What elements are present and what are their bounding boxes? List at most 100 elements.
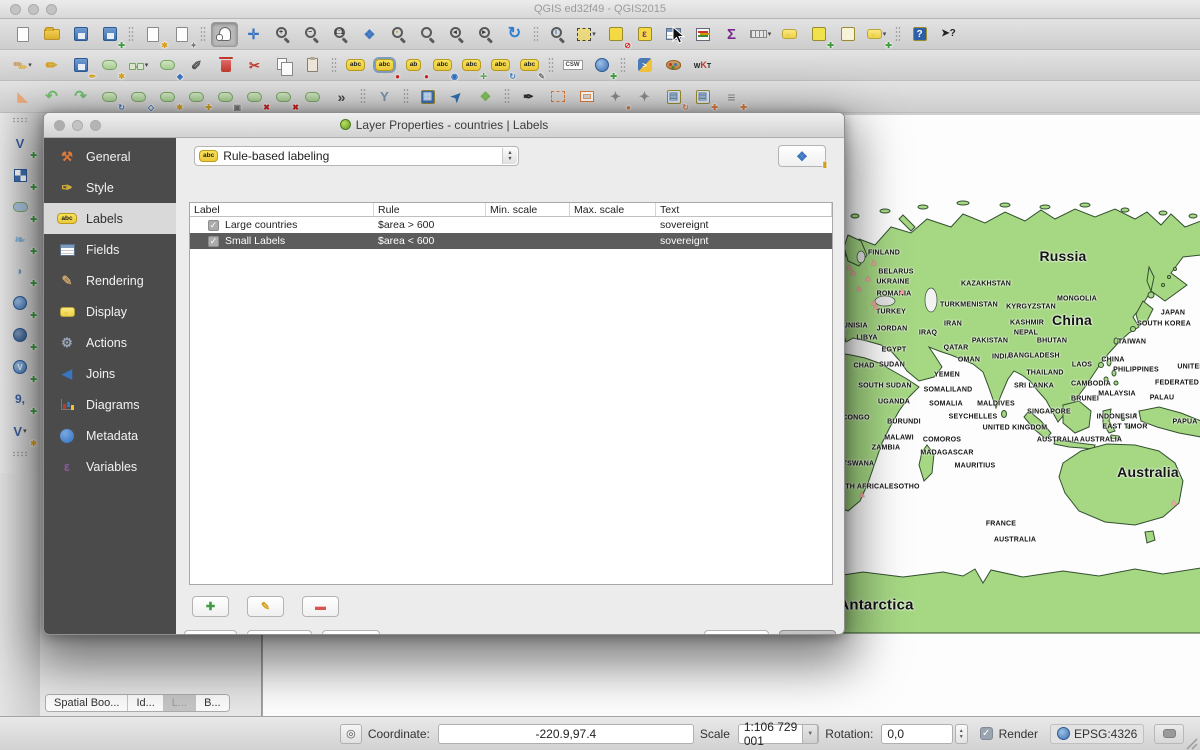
field-calculator-button[interactable] xyxy=(689,22,716,47)
dock-tab[interactable]: Spatial Boo... xyxy=(46,695,128,711)
sidebar-item-general[interactable]: ⚒General xyxy=(44,141,176,172)
save-project-button[interactable] xyxy=(67,22,94,47)
rotate-label-button[interactable]: abc↻ xyxy=(487,53,514,78)
offset-curve-button[interactable]: Y xyxy=(371,84,398,109)
dock-tab[interactable]: L... xyxy=(164,695,196,711)
move-feature-button[interactable]: ▾ xyxy=(125,53,152,78)
undo-button[interactable]: ↶ xyxy=(38,84,65,109)
sidebar-item-labels[interactable]: abcLabels xyxy=(44,203,176,234)
extent-rectangle-button[interactable] xyxy=(573,84,600,109)
measure-button[interactable]: ▾ xyxy=(747,22,774,47)
deselect-features-button[interactable]: ⊘ xyxy=(602,22,629,47)
pen-tool-button[interactable]: ✒ xyxy=(515,84,542,109)
copy-features-button[interactable] xyxy=(270,53,297,78)
add-spatialite-layer-button[interactable]: ❧✚ xyxy=(5,225,35,253)
dock-tab[interactable]: Id... xyxy=(128,695,163,711)
help-contents-button[interactable]: ? xyxy=(906,22,933,47)
add-feature-button[interactable]: ✱ xyxy=(96,53,123,78)
web-plugins-button[interactable]: ✚ xyxy=(588,53,615,78)
zoom-out-button[interactable]: − xyxy=(298,22,325,47)
magic-wand-button[interactable]: ✦ xyxy=(631,84,658,109)
apply-button[interactable]: Apply xyxy=(322,630,380,635)
scale-combo[interactable]: 1:106 729 001 ▼ xyxy=(738,724,819,744)
render-checkbox[interactable]: ✓ xyxy=(980,727,993,740)
pan-to-selection-button[interactable]: ✛ xyxy=(240,22,267,47)
magic-wand-add-button[interactable]: ✦● xyxy=(602,84,629,109)
selection-rectangle-button[interactable] xyxy=(544,84,571,109)
new-project-button[interactable] xyxy=(9,22,36,47)
whats-this-button[interactable]: ➤? xyxy=(935,22,962,47)
delete-selected-button[interactable] xyxy=(212,53,239,78)
rotation-input[interactable]: 0,0 xyxy=(881,724,952,744)
reshape-features-button[interactable] xyxy=(299,84,326,109)
zoom-to-selection-button[interactable]: ▪ xyxy=(385,22,412,47)
layer-labeling-options-button[interactable]: abc xyxy=(342,53,369,78)
help-button[interactable]: Help xyxy=(184,630,237,635)
style-menu-button[interactable]: Style▼ xyxy=(247,630,313,635)
add-vector-layer-button[interactable]: V✚ xyxy=(5,129,35,157)
fill-ring-button[interactable]: ▣ xyxy=(212,84,239,109)
rotate-feature-button[interactable]: ↻ xyxy=(96,84,123,109)
select-features-button[interactable]: ▾ xyxy=(573,22,600,47)
rule-checkbox[interactable]: ✓ xyxy=(208,220,219,231)
sidebar-item-metadata[interactable]: Metadata xyxy=(44,420,176,451)
metasearch-button[interactable]: CSW xyxy=(559,53,586,78)
sidebar-item-diagrams[interactable]: Diagrams xyxy=(44,389,176,420)
pin-unpin-labels-button[interactable]: ab● xyxy=(400,53,427,78)
show-statistics-button[interactable]: Σ xyxy=(718,22,745,47)
sidebar-item-variables[interactable]: εVariables xyxy=(44,451,176,482)
scale-dropdown-icon[interactable]: ▼ xyxy=(802,724,818,744)
sidebar-item-actions[interactable]: ⚙Actions xyxy=(44,327,176,358)
edit-rule-button[interactable]: ✎ xyxy=(247,596,284,617)
select-stepper-icon[interactable]: ▲▼ xyxy=(502,148,517,164)
delete-part-button[interactable]: ✖ xyxy=(270,84,297,109)
zoom-next-button[interactable]: ▸ xyxy=(472,22,499,47)
sidebar-item-style[interactable]: ✑Style xyxy=(44,172,176,203)
cad-input-button[interactable]: ◣ xyxy=(9,84,36,109)
extent-tracking-button[interactable]: ◎ xyxy=(340,724,362,744)
dialog-titlebar[interactable]: Layer Properties - countries | Labels xyxy=(44,113,844,138)
zoom-in-button[interactable]: + xyxy=(269,22,296,47)
identify-features-button[interactable]: i xyxy=(544,22,571,47)
resize-grip[interactable] xyxy=(1184,736,1198,750)
text-annotation-button[interactable]: ✚▾ xyxy=(863,22,890,47)
simplify-feature-button[interactable]: ◇ xyxy=(125,84,152,109)
move-label-button[interactable]: abc✛ xyxy=(458,53,485,78)
refresh-map-button[interactable]: ↻ xyxy=(501,22,528,47)
ok-button[interactable]: OK xyxy=(779,630,836,635)
cut-features-button[interactable]: ✂ xyxy=(241,53,268,78)
select-by-expression-button[interactable]: ε xyxy=(631,22,658,47)
add-ring-button[interactable]: ✱ xyxy=(154,84,181,109)
map-tips-button[interactable] xyxy=(776,22,803,47)
open-project-button[interactable] xyxy=(38,22,65,47)
plugin-green-button[interactable]: ❖ xyxy=(472,84,499,109)
rule-row[interactable]: ✓Large countries$area > 600sovereignt xyxy=(190,217,832,233)
add-rule-button[interactable]: ✚ xyxy=(192,596,229,617)
new-print-composer-button[interactable]: ✱ xyxy=(139,22,166,47)
add-wfs-layer-button[interactable]: V✚ xyxy=(5,353,35,381)
current-edits-button[interactable]: ▾ xyxy=(9,53,36,78)
show-bookmarks-button[interactable] xyxy=(834,22,861,47)
add-postgis-layer-button[interactable]: ✚ xyxy=(5,193,35,221)
modify-feature-button[interactable]: ✐ xyxy=(183,53,210,78)
add-part-button[interactable]: ✚ xyxy=(183,84,210,109)
delete-ring-button[interactable]: ✖ xyxy=(241,84,268,109)
zoom-last-button[interactable]: ◂ xyxy=(443,22,470,47)
redo-button[interactable]: ↷ xyxy=(67,84,94,109)
toggle-editing-button[interactable]: ✏ xyxy=(38,53,65,78)
rule-checkbox[interactable]: ✓ xyxy=(208,236,219,247)
show-hide-labels-button[interactable]: abc◉ xyxy=(429,53,456,78)
paste-features-button[interactable] xyxy=(299,53,326,78)
sidebar-item-display[interactable]: Display xyxy=(44,296,176,327)
remove-rule-button[interactable]: ▬ xyxy=(302,596,339,617)
add-wms-layer-button[interactable]: ✚ xyxy=(5,321,35,349)
engine-settings-button[interactable]: ❖ ▮ xyxy=(778,145,826,167)
add-delimited-text-layer-button[interactable]: 9,✚ xyxy=(5,385,35,413)
coordinate-input[interactable]: -220.9,97.4 xyxy=(438,724,694,744)
more-tools-button[interactable]: » xyxy=(328,84,355,109)
add-oracle-layer-button[interactable]: ✚ xyxy=(5,289,35,317)
new-bookmark-button[interactable]: ✚ xyxy=(805,22,832,47)
cancel-button[interactable]: Cancel xyxy=(704,630,769,635)
georeferencer-button[interactable]: ▦ xyxy=(414,84,441,109)
rule-row[interactable]: ✓Small Labels$area < 600sovereignt xyxy=(190,233,832,249)
